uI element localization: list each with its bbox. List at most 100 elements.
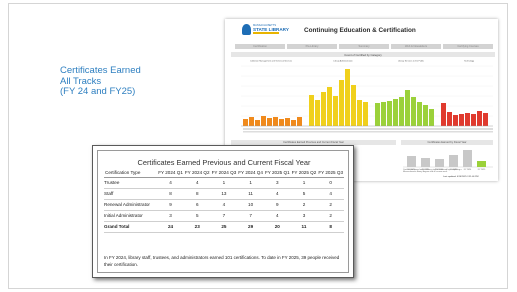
category-label: Library Services to the Public (398, 60, 424, 63)
table-cell: 7 (237, 210, 264, 222)
table-cell: 10 (237, 199, 264, 211)
table-cell: 8 (317, 220, 344, 233)
bar (441, 103, 446, 126)
table-cell: 2 (317, 199, 344, 211)
bar (297, 117, 302, 126)
table-cell: 11 (237, 188, 264, 200)
bar (339, 80, 344, 126)
table-row: Initial Administrator 3 5 7 7 4 3 2 (104, 210, 344, 222)
bars-orange (243, 116, 302, 126)
table-cell: 5 (183, 210, 211, 222)
bar (423, 105, 428, 126)
bar (279, 119, 284, 126)
row-label: Renewal Administrator (104, 199, 158, 211)
category-label: Library Administration (333, 60, 352, 63)
state-library-logo: MASSACHUSETTS STATE LIBRARY (242, 24, 289, 36)
bar (447, 112, 452, 126)
bar (417, 102, 422, 126)
row-label: Initial Administrator (104, 210, 158, 222)
x-tick-label: FY 2024 (464, 169, 472, 171)
bar (449, 155, 458, 167)
table-cell: 11 (290, 220, 318, 233)
table-cell: 24 (157, 220, 184, 233)
bar (357, 100, 362, 126)
table-cell: 4 (263, 210, 291, 222)
bar (327, 87, 332, 126)
bar (243, 119, 248, 126)
slide-title-line: Certificates Earned (60, 65, 141, 76)
bar (309, 95, 314, 126)
row-label: Staff (104, 188, 158, 200)
lower-tab-by-fiscal-year[interactable]: Certificates Earned by Fiscal Year (401, 140, 493, 145)
tab-certification[interactable]: Certification (235, 44, 285, 49)
bar (351, 85, 356, 126)
table-row: Trustee 4 4 1 1 3 1 0 (104, 177, 344, 189)
table-row: Staff 8 8 13 11 4 5 4 (104, 188, 344, 200)
table-cell: 0 (317, 177, 344, 189)
tab-pre-library[interactable]: Pre-Library (287, 44, 337, 49)
category-label: Technology (464, 61, 474, 63)
bar (255, 120, 260, 126)
dashboard-tabs: Certification Pre-Library Summary Web & … (235, 44, 493, 49)
bar (285, 118, 290, 126)
table-cell: 3 (290, 210, 318, 222)
bar (483, 113, 488, 126)
certificates-table: Certification Type FY 2024 Q1 FY 2024 Q2… (104, 169, 344, 233)
tab-web-newsletters[interactable]: Web & Newsletters (391, 44, 441, 49)
column-header: FY 2024 Q1 (157, 169, 184, 178)
slide: Certificates Earned All Tracks (FY 24 an… (0, 0, 517, 292)
table-cell: 25 (210, 220, 238, 233)
table-cell: 1 (290, 177, 318, 189)
bar (477, 111, 482, 126)
bar (453, 115, 458, 126)
column-header: FY 2025 Q1 (263, 169, 291, 178)
table-cell: 8 (157, 188, 184, 200)
card-inner-frame: Certificates Earned Previous and Current… (97, 150, 349, 273)
row-label: Trustee (104, 177, 158, 189)
table-cell: 2 (317, 210, 344, 222)
table-cell: 4 (183, 177, 211, 189)
bar (465, 113, 470, 126)
bar (435, 159, 444, 167)
category-chart-svg: Count of Certified by Category Collectio… (231, 52, 495, 133)
bar (291, 120, 296, 126)
slide-title-line: (FY 24 and FY25) (60, 86, 136, 97)
table-cell: 3 (157, 210, 184, 222)
bar (459, 114, 464, 126)
table-cell: 4 (157, 177, 184, 189)
last-updated: Last updated: 4/16/2025 2:31:46 PM (443, 176, 479, 178)
table-cell: 13 (210, 188, 238, 200)
table-cell: 9 (263, 199, 291, 211)
table-cell: 3 (263, 177, 291, 189)
column-header: FY 2025 Q2 (290, 169, 318, 178)
table-cell: 7 (210, 210, 238, 222)
bars-yellow (309, 69, 368, 126)
tab-summary[interactable]: Summary (339, 44, 389, 49)
bar (405, 90, 410, 126)
bar (267, 118, 272, 126)
table-cell: 9 (157, 199, 184, 211)
tab-certifying-courses[interactable]: Certifying Courses (443, 44, 493, 49)
bar (273, 117, 278, 126)
bar (387, 101, 392, 126)
bar (375, 103, 380, 126)
chart-title: Count of Certified by Category (344, 53, 382, 57)
bars-red (441, 103, 488, 126)
bar (363, 102, 368, 126)
table-cell: 4 (263, 188, 291, 200)
table-summary-note: In FY 2024, library staff, trustees, and… (104, 255, 340, 267)
bar (463, 150, 472, 167)
x-tick-labels (243, 128, 493, 133)
bar (393, 99, 398, 126)
table-cell: 5 (290, 188, 318, 200)
bar (471, 114, 476, 126)
bar (315, 100, 320, 126)
table-cell: 1 (237, 177, 264, 189)
table-cell: 6 (183, 199, 211, 211)
bar (321, 92, 326, 126)
certificates-table-card: Certificates Earned Previous and Current… (92, 145, 354, 278)
column-header: FY 2024 Q4 (237, 169, 264, 178)
table-cell: 29 (237, 220, 264, 233)
table-cell: 4 (317, 188, 344, 200)
bar (407, 156, 416, 167)
